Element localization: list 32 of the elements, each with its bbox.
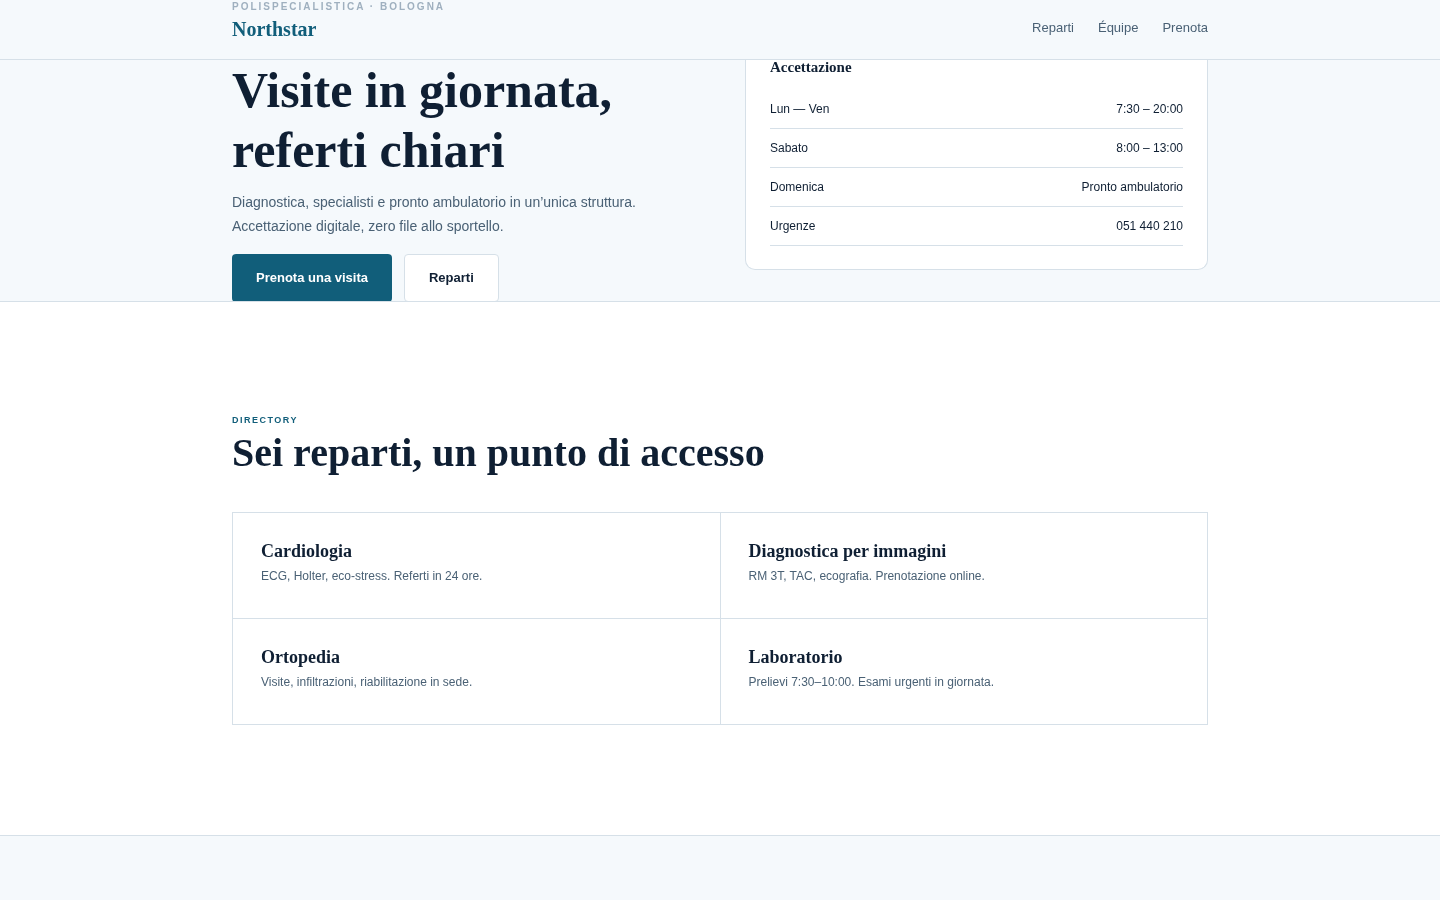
department-card[interactable]: Cardiologia ECG, Holter, eco-stress. Referti in 24 ore. bbox=[233, 512, 721, 619]
hero-title: Visite in giornata, referti chiari bbox=[232, 61, 614, 180]
department-card[interactable]: Diagnostica per immagini RM 3T, TAC, ecografia. Prenotazione online. bbox=[720, 512, 1208, 619]
nav-link[interactable]: Reparti bbox=[1032, 18, 1074, 38]
section-eyebrow: DIRECTORY bbox=[232, 414, 299, 427]
department-card[interactable]: Ortopedia Visite, infiltrazioni, riabilitazione in sede. bbox=[233, 618, 721, 725]
hours-value: Pronto ambulatorio bbox=[1081, 179, 1183, 196]
day-label: Domenica bbox=[770, 179, 825, 196]
section-title: Sei reparti, un punto di accesso bbox=[232, 429, 766, 476]
department-card[interactable]: Laboratorio Prelievi 7:30–10:00. Esami urgenti in giornata. bbox=[720, 618, 1208, 725]
logo[interactable]: Northstar bbox=[232, 14, 446, 44]
nav-link[interactable]: Prenota bbox=[1162, 18, 1208, 38]
department-description: RM 3T, TAC, ecografia. Prenotazione online. bbox=[748, 567, 986, 585]
eyebrow-text: POLISPECIALISTICA · BOLOGNA bbox=[232, 0, 446, 14]
hours-value: 051 440 210 bbox=[1116, 218, 1183, 235]
department-name: Laboratorio bbox=[748, 645, 844, 669]
department-description: Prelievi 7:30–10:00. Esami urgenti in giornata. bbox=[748, 673, 995, 691]
day-label: Lun — Ven bbox=[770, 101, 830, 118]
department-description: ECG, Holter, eco-stress. Referti in 24 ore. bbox=[261, 567, 484, 585]
day-label: Sabato bbox=[770, 140, 809, 157]
hours-value: 7:30 – 20:00 bbox=[1116, 101, 1183, 118]
card-title: Accettazione bbox=[770, 60, 853, 74]
nav-link[interactable]: Équipe bbox=[1097, 18, 1139, 38]
book-button[interactable]: Prenota una visita bbox=[232, 254, 392, 301]
department-name: Ortopedia bbox=[261, 645, 341, 669]
department-description: Visite, infiltrazioni, riabilitazione in sede. bbox=[261, 673, 474, 691]
department-name: Diagnostica per immagini bbox=[748, 539, 948, 563]
hours-value: 8:00 – 13:00 bbox=[1116, 140, 1183, 157]
departments-button[interactable]: Reparti bbox=[404, 254, 499, 301]
hero-lead: Diagnostica, specialisti e pronto ambulatorio in un’unica struttura. Accettazione digitale, zero file allo sportello. bbox=[232, 193, 636, 236]
day-label: Urgenze bbox=[770, 218, 816, 235]
department-name: Cardiologia bbox=[261, 539, 353, 563]
